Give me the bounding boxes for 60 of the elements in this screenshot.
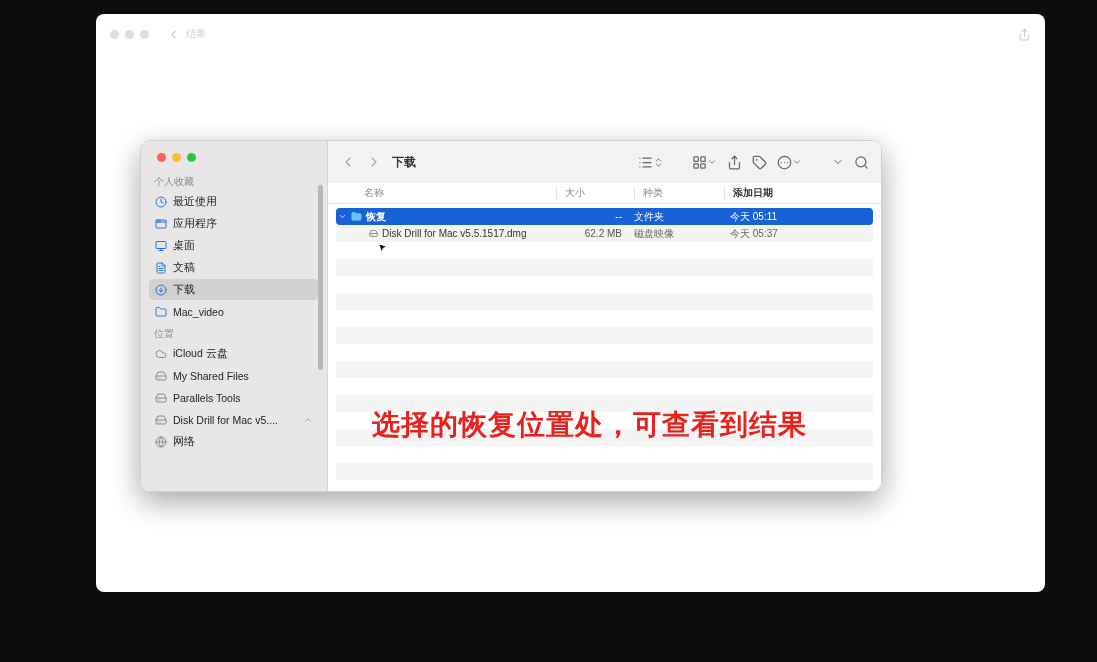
close-button[interactable] bbox=[157, 153, 166, 162]
folder-title: 下载 bbox=[392, 153, 416, 171]
date-added: 今天 05:11 bbox=[729, 209, 779, 224]
sidebar-item[interactable]: iCloud 云盘 bbox=[149, 343, 319, 364]
sidebar-heading: 个人收藏 bbox=[153, 175, 195, 189]
list-icon bbox=[638, 154, 653, 170]
file-kind: 磁盘映像 bbox=[634, 226, 675, 241]
tag-button[interactable] bbox=[752, 154, 767, 170]
sidebar-item[interactable]: 下载 bbox=[149, 279, 319, 300]
sort-arrows-icon bbox=[653, 156, 664, 168]
sidebar-item[interactable]: 文稿 bbox=[149, 257, 319, 278]
chevron-down-icon bbox=[792, 157, 802, 167]
ellipsis-icon bbox=[777, 154, 792, 170]
column-header[interactable]: 大小 bbox=[556, 186, 634, 200]
cloud-icon bbox=[155, 347, 167, 360]
file-kind: 文件夹 bbox=[634, 209, 665, 224]
desktop-icon bbox=[155, 239, 167, 252]
more-button[interactable] bbox=[777, 154, 802, 170]
minimize-button[interactable] bbox=[172, 153, 181, 162]
disclosure-icon[interactable] bbox=[338, 212, 347, 221]
sidebar-item[interactable]: 最近使用 bbox=[149, 191, 319, 212]
date-added: 今天 05:37 bbox=[729, 226, 779, 241]
file-name: Disk Drill for Mac v5.5.1517.dmg bbox=[382, 228, 527, 239]
file-size: -- bbox=[614, 211, 623, 222]
chevron-down-icon bbox=[707, 157, 717, 167]
sidebar-heading: 位置 bbox=[153, 327, 175, 341]
apps-icon bbox=[155, 217, 167, 230]
sidebar-item[interactable]: Mac_video bbox=[149, 301, 319, 322]
file-size: 62.2 MB bbox=[583, 228, 623, 239]
share-icon[interactable] bbox=[1018, 27, 1031, 41]
caption: 选择的恢复位置处，可查看到结果 bbox=[372, 408, 807, 442]
file-row[interactable]: Disk Drill for Mac v5.5.1517.dmg 62.2 MB 磁盘映像 今天 05:37 bbox=[336, 225, 873, 242]
search-button[interactable] bbox=[854, 154, 869, 170]
clock-icon bbox=[155, 195, 167, 208]
document-icon bbox=[155, 261, 167, 274]
sidebar-item[interactable]: My Shared Files bbox=[149, 365, 319, 386]
drive-icon bbox=[155, 369, 167, 382]
share-button[interactable] bbox=[727, 154, 742, 170]
file-row[interactable]: 恢复 -- 文件夹 今天 05:11 bbox=[336, 208, 873, 225]
zoom-button[interactable] bbox=[187, 153, 196, 162]
column-header[interactable]: 名称 bbox=[328, 186, 556, 200]
sidebar-item[interactable]: Disk Drill for Mac v5.... bbox=[149, 409, 319, 430]
grid-icon bbox=[692, 154, 707, 170]
globe-icon bbox=[155, 435, 167, 448]
column-header[interactable]: 添加日期 bbox=[724, 186, 881, 200]
drive-icon bbox=[155, 391, 167, 404]
disk-image-icon bbox=[369, 229, 378, 238]
drive-icon bbox=[155, 413, 167, 426]
sidebar-item[interactable]: 应用程序 bbox=[149, 213, 319, 234]
column-header[interactable]: 种类 bbox=[634, 186, 724, 200]
cursor-icon bbox=[376, 241, 389, 254]
sidebar-item[interactable]: Parallels Tools bbox=[149, 387, 319, 408]
file-name: 恢复 bbox=[366, 209, 386, 224]
sidebar-item[interactable]: 桌面 bbox=[149, 235, 319, 256]
folder-icon bbox=[351, 211, 362, 222]
sidebar-item[interactable]: 网络 bbox=[149, 431, 319, 452]
list-view-button[interactable] bbox=[638, 154, 664, 170]
folder-icon bbox=[155, 305, 167, 318]
group-button[interactable] bbox=[692, 154, 717, 170]
download-icon bbox=[155, 283, 167, 296]
